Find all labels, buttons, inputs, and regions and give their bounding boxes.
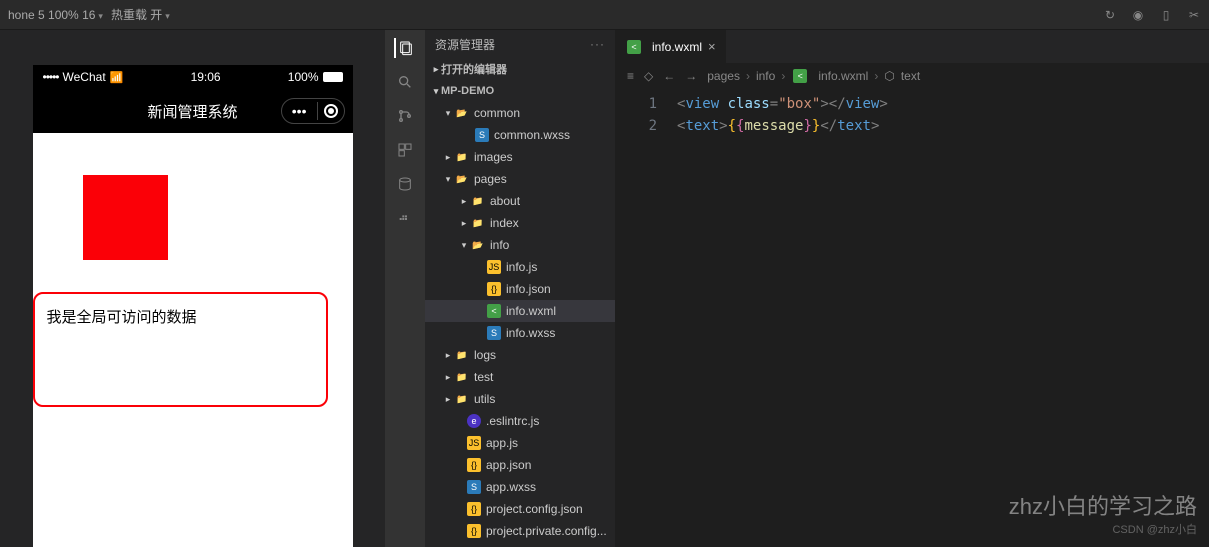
forward-icon[interactable]: → (685, 69, 697, 83)
search-icon[interactable] (395, 72, 415, 92)
file-info-js[interactable]: JSinfo.js (425, 256, 615, 278)
phone-body: 我是全局可访问的数据 (33, 133, 353, 547)
editor-tabs: < info.wxml × (615, 30, 1209, 63)
folder-info[interactable]: 📂info (425, 234, 615, 256)
file-common-wxss[interactable]: Scommon.wxss (425, 124, 615, 146)
capsule-button[interactable]: ••• (281, 98, 345, 124)
tab-label: info.wxml (652, 40, 702, 54)
folder-index[interactable]: 📁index (425, 212, 615, 234)
code-line-2[interactable]: <text>{{message}}</text> (677, 115, 1209, 137)
phone-time: 19:06 (191, 70, 221, 84)
code-line-1[interactable]: <view class="box"></view> (677, 93, 1209, 115)
tab-info-wxml[interactable]: < info.wxml × (615, 30, 727, 63)
section-open-editors[interactable]: 打开的编辑器 (425, 58, 615, 80)
breadcrumb: ≡ ◇ ← → pages info < info.wxml ⬡ text (615, 63, 1209, 89)
cut-icon[interactable]: ✂ (1187, 8, 1201, 22)
file-project-private[interactable]: {}project.private.config... (425, 520, 615, 542)
device-icon[interactable]: ▯ (1159, 8, 1173, 22)
extensions-icon[interactable] (395, 140, 415, 160)
code-content[interactable]: <view class="box"></view> <text>{{messag… (677, 93, 1209, 547)
explorer-title: 资源管理器 (435, 36, 495, 53)
bc-file[interactable]: info.wxml (818, 69, 868, 83)
wxml-file-icon: < (627, 40, 641, 54)
top-toolbar: hone 5 100% 16 热重载 开 ↻ ◉ ▯ ✂ (0, 0, 1209, 30)
wifi-icon (110, 70, 124, 84)
source-control-icon[interactable] (395, 106, 415, 126)
signal-dots: ••••• (43, 70, 59, 84)
battery-icon (323, 72, 343, 82)
red-box-view (83, 175, 168, 260)
section-project[interactable]: MP-DEMO (425, 80, 615, 102)
bc-info[interactable]: info (756, 69, 775, 83)
docker-icon[interactable] (395, 208, 415, 228)
phone-nav-header: 新闻管理系统 ••• (33, 89, 353, 133)
explorer-icon[interactable] (394, 38, 414, 58)
file-app-js[interactable]: JSapp.js (425, 432, 615, 454)
folder-test[interactable]: 📁test (425, 366, 615, 388)
code-editor[interactable]: 1 2 <view class="box"></view> <text>{{me… (615, 89, 1209, 547)
folder-pages[interactable]: 📂pages (425, 168, 615, 190)
file-project-config[interactable]: {}project.config.json (425, 498, 615, 520)
file-info-wxml[interactable]: <info.wxml (425, 300, 615, 322)
file-info-json[interactable]: {}info.json (425, 278, 615, 300)
line-gutter: 1 2 (615, 93, 677, 547)
watermark: zhz小白的学习之路 CSDN @zhz小白 (1009, 489, 1197, 537)
explorer-more-icon[interactable]: ··· (590, 37, 605, 51)
refresh-icon[interactable]: ↻ (1103, 8, 1117, 22)
explorer-panel: 资源管理器 ··· 打开的编辑器 MP-DEMO 📂common Scommon… (425, 30, 615, 547)
back-icon[interactable]: ← (663, 69, 675, 83)
file-info-wxss[interactable]: Sinfo.wxss (425, 322, 615, 344)
file-app-json[interactable]: {}app.json (425, 454, 615, 476)
explorer-header: 资源管理器 ··· (425, 30, 615, 58)
message-text: 我是全局可访问的数据 (33, 292, 328, 407)
carrier-label: WeChat (63, 70, 106, 84)
folder-utils[interactable]: 📁utils (425, 388, 615, 410)
list-icon[interactable]: ≡ (627, 69, 634, 83)
page-title: 新闻管理系统 (147, 101, 237, 122)
close-ring-icon[interactable] (318, 104, 344, 118)
folder-about[interactable]: 📁about (425, 190, 615, 212)
phone-statusbar: ••••• WeChat 19:06 100% (33, 65, 353, 89)
bc-symbol[interactable]: text (901, 69, 920, 83)
editor-panel: < info.wxml × ≡ ◇ ← → pages info < info.… (615, 30, 1209, 547)
file-app-wxss[interactable]: Sapp.wxss (425, 476, 615, 498)
simulator-panel: ••••• WeChat 19:06 100% 新闻管理系统 ••• (0, 30, 385, 547)
message-text-content: 我是全局可访问的数据 (47, 309, 197, 326)
database-icon[interactable] (395, 174, 415, 194)
phone-frame: ••••• WeChat 19:06 100% 新闻管理系统 ••• (33, 65, 353, 547)
record-icon[interactable]: ◉ (1131, 8, 1145, 22)
activity-bar (385, 30, 425, 547)
close-icon[interactable]: × (708, 39, 716, 54)
device-selector[interactable]: hone 5 100% 16 (8, 8, 103, 22)
wxml-file-icon: < (793, 69, 807, 83)
bookmark-icon[interactable]: ◇ (644, 69, 653, 83)
bc-pages[interactable]: pages (707, 69, 740, 83)
folder-images[interactable]: 📁images (425, 146, 615, 168)
menu-dots-icon[interactable]: ••• (282, 103, 317, 119)
file-tree: 打开的编辑器 MP-DEMO 📂common Scommon.wxss 📁ima… (425, 58, 615, 547)
folder-common[interactable]: 📂common (425, 102, 615, 124)
battery-percent: 100% (288, 70, 319, 84)
file-eslintrc[interactable]: e.eslintrc.js (425, 410, 615, 432)
hot-reload-toggle[interactable]: 热重载 开 (111, 6, 170, 23)
folder-logs[interactable]: 📁logs (425, 344, 615, 366)
